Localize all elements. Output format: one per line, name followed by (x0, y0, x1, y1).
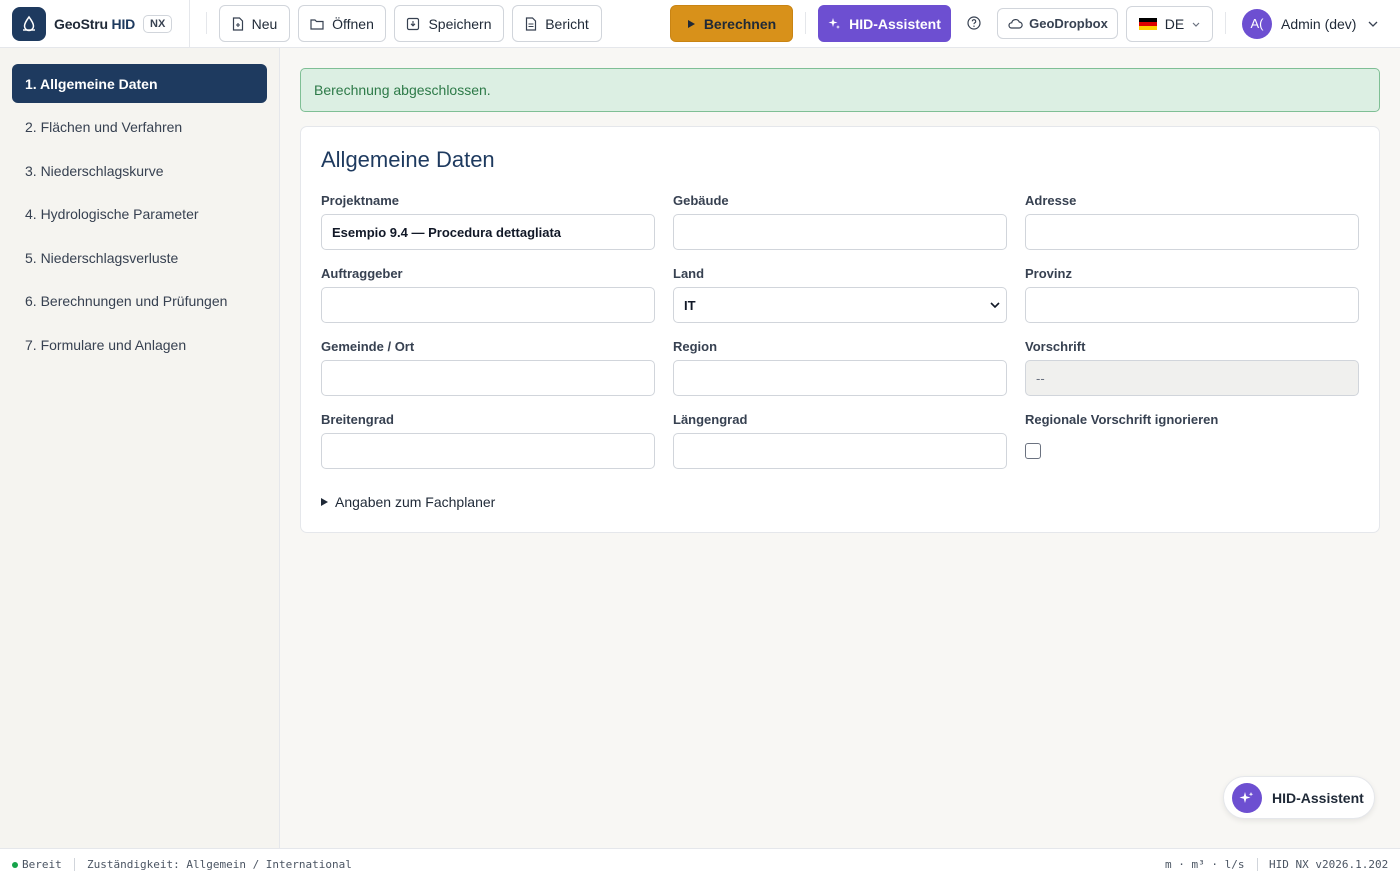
latitude-input[interactable] (321, 433, 655, 469)
brand-name-prefix: GeoStru (54, 16, 108, 32)
edition-badge: NX (143, 15, 173, 33)
planner-details-label: Angaben zum Fachplaner (335, 494, 496, 510)
play-icon (687, 19, 695, 28)
calculate-button-label: Berechnen (703, 15, 777, 32)
ignore-regional-label: Regionale Vorschrift ignorieren (1025, 412, 1219, 427)
municipality-input[interactable] (321, 360, 655, 396)
status-dot-icon (12, 862, 18, 868)
latitude-label: Breitengrad (321, 412, 394, 427)
file-new-icon (232, 16, 243, 31)
brand-name-accent: HID (111, 16, 136, 32)
success-alert: Berechnung abgeschlossen. (300, 68, 1380, 112)
sidebar-item-hydrological-parameters[interactable]: 4. Hydrologische Parameter (12, 194, 267, 233)
longitude-input[interactable] (673, 433, 1007, 469)
regulation-value: -- (1036, 370, 1045, 386)
general-data-card: Allgemeine Daten Projektname Gebäude Adr… (300, 126, 1380, 533)
brand-name: GeoStru HID (54, 16, 135, 32)
new-button-label: Neu (251, 15, 278, 32)
header-divider (189, 0, 190, 47)
folder-icon (310, 18, 324, 30)
longitude-label: Längengrad (673, 412, 748, 427)
regulation-field: -- (1025, 360, 1359, 396)
top-bar: GeoStru HID NX Neu Öffnen Speichern Beri… (0, 0, 1400, 48)
assistant-button[interactable]: HID-Assistent (818, 5, 951, 42)
building-label: Gebäude (673, 193, 729, 208)
sparkle-icon (1232, 782, 1262, 813)
regulation-label: Vorschrift (1025, 339, 1086, 354)
sidebar-item-rainfall-curve[interactable]: 3. Niederschlagskurve (12, 151, 267, 190)
planner-details-toggle[interactable]: Angaben zum Fachplaner (321, 494, 495, 510)
report-button[interactable]: Bericht (512, 5, 602, 42)
chevron-down-icon (1369, 21, 1378, 27)
language-selector[interactable]: DE (1126, 6, 1213, 42)
geodropbox-button[interactable]: GeoDropbox (997, 8, 1118, 39)
assistant-button-label: HID-Assistent (849, 15, 941, 32)
calculate-button[interactable]: Berechnen (670, 5, 793, 42)
flag-stripe (1138, 26, 1157, 30)
version-text: HID NX v2026.1.202 (1269, 858, 1389, 871)
user-name: Admin (dev) (1281, 15, 1357, 32)
floating-assistant-label: HID-Assistent (1272, 789, 1364, 806)
sidebar-item-forms-attachments[interactable]: 7. Formulare und Anlagen (12, 325, 267, 364)
address-label: Adresse (1025, 193, 1077, 208)
country-select[interactable]: IT (673, 287, 1007, 323)
country-select-value: IT (684, 297, 696, 313)
client-input[interactable] (321, 287, 655, 323)
country-label: Land (673, 266, 705, 281)
address-input[interactable] (1025, 214, 1359, 250)
sidebar: 1. Allgemeine Daten 2. Flächen und Verfa… (0, 48, 280, 848)
avatar: A( (1242, 8, 1272, 39)
app-logo-icon (12, 7, 46, 41)
user-menu[interactable]: A( Admin (dev) (1242, 8, 1378, 39)
save-icon (407, 17, 420, 30)
status-bar: Bereit Zuständigkeit: Allgemein / Intern… (0, 848, 1400, 880)
region-input[interactable] (673, 360, 1007, 396)
province-label: Provinz (1025, 266, 1072, 281)
status-separator (74, 858, 75, 871)
cloud-icon (1008, 18, 1023, 29)
status-separator (1257, 858, 1258, 871)
language-code: DE (1164, 16, 1185, 32)
project-name-input[interactable] (321, 214, 655, 250)
save-button-label: Speichern (428, 15, 492, 32)
sparkle-icon (828, 18, 841, 29)
toolbar-separator (805, 12, 806, 34)
open-button-label: Öffnen (332, 15, 374, 32)
help-icon[interactable] (966, 15, 982, 31)
ignore-regional-checkbox[interactable] (1025, 443, 1041, 459)
project-name-label: Projektname (321, 193, 400, 208)
client-label: Auftraggeber (321, 266, 403, 281)
municipality-label: Gemeinde / Ort (321, 339, 415, 354)
disclosure-triangle-icon (321, 498, 328, 506)
report-icon (526, 16, 537, 31)
jurisdiction-text: Zuständigkeit: Allgemein / International (87, 858, 352, 871)
chevron-down-icon (1192, 22, 1200, 27)
sidebar-item-areas-methods[interactable]: 2. Flächen und Verfahren (12, 107, 267, 146)
floating-assistant-button[interactable]: HID-Assistent (1223, 776, 1375, 819)
new-button[interactable]: Neu (219, 5, 290, 42)
building-input[interactable] (673, 214, 1007, 250)
chevron-down-icon (990, 302, 1000, 308)
province-input[interactable] (1025, 287, 1359, 323)
german-flag-icon (1138, 18, 1157, 30)
units-text: m · m³ · l/s (1165, 858, 1245, 871)
report-button-label: Bericht (545, 15, 589, 32)
sidebar-item-rainfall-losses[interactable]: 5. Niederschlagsverluste (12, 238, 267, 277)
save-button[interactable]: Speichern (394, 5, 504, 42)
sidebar-item-calculations-checks[interactable]: 6. Berechnungen und Prüfungen (12, 281, 267, 320)
region-label: Region (673, 339, 718, 354)
sidebar-item-general-data[interactable]: 1. Allgemeine Daten (12, 64, 267, 103)
geodropbox-label: GeoDropbox (1029, 16, 1108, 31)
open-button[interactable]: Öffnen (298, 5, 386, 42)
header-divider (1225, 12, 1226, 34)
alert-message: Berechnung abgeschlossen. (314, 82, 491, 98)
page-title: Allgemeine Daten (321, 147, 495, 172)
status-text: Bereit (22, 858, 62, 871)
toolbar-separator (206, 12, 207, 34)
brand: GeoStru HID NX (12, 6, 173, 42)
